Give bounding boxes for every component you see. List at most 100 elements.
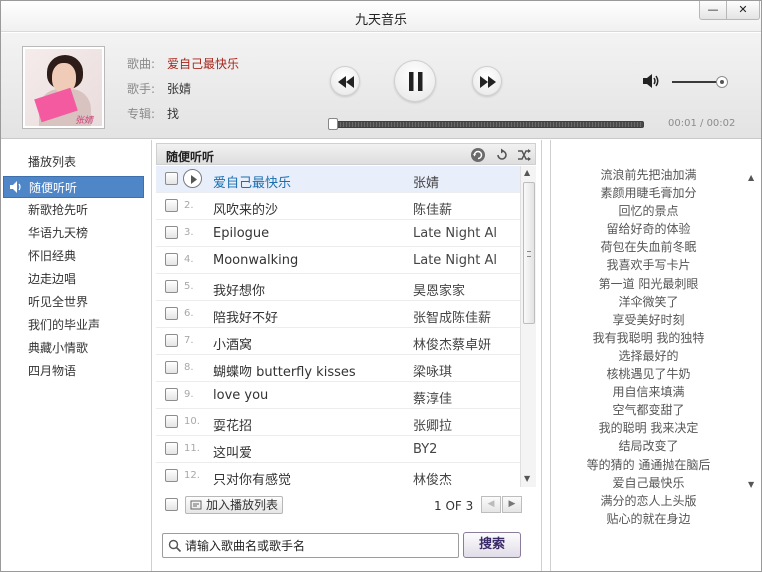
sidebar-item-label: 听见全世界 — [28, 295, 89, 309]
player-header: 张婧 歌曲: 爱自己最快乐 歌手: 张婧 专辑: 找 00:01 / 00:02 — [1, 33, 761, 139]
song-name[interactable]: Moonwalking — [213, 253, 298, 268]
playlist-footer: 加入播放列表 1 OF 3 ◀ ▶ — [154, 492, 540, 522]
close-button[interactable]: ✕ — [726, 1, 760, 20]
lyric-line: 洋伞微笑了 — [618, 294, 679, 309]
time-separator: / — [696, 118, 707, 129]
row-checkbox[interactable] — [165, 442, 178, 455]
song-name[interactable]: 只对你有感觉 — [213, 469, 291, 487]
row-checkbox[interactable] — [165, 280, 178, 293]
sidebar-item-label: 四月物语 — [28, 364, 77, 378]
artist-label: 歌手: — [127, 82, 156, 96]
song-artist[interactable]: 张卿拉 — [413, 415, 505, 434]
search-input[interactable] — [185, 537, 455, 555]
progress-knob[interactable] — [328, 118, 338, 130]
song-name[interactable]: 这叫爱 — [213, 442, 252, 461]
song-artist[interactable]: 林俊杰蔡卓妍 — [413, 334, 505, 353]
sidebar-item-love-songs[interactable]: 典藏小情歌 — [3, 337, 144, 359]
table-row[interactable]: 6. 陪我好不好 张智成陈佳薪 — [156, 301, 520, 328]
search-box[interactable] — [162, 533, 459, 558]
song-name[interactable]: love you — [213, 388, 268, 403]
sidebar-item-new-songs[interactable]: 新歌抢先听 — [3, 199, 144, 221]
song-artist[interactable]: 梁咏琪 — [413, 361, 505, 380]
table-row[interactable]: 4. Moonwalking Late Night Al — [156, 247, 520, 274]
sidebar-item-random-listen[interactable]: 随便听听 — [3, 176, 144, 198]
song-artist[interactable]: 蔡淳佳 — [413, 388, 505, 407]
shuffle-icon[interactable] — [516, 147, 532, 163]
song-name[interactable]: 我好想你 — [213, 280, 265, 299]
lyrics-list: 流浪前先把油加满 素颜用睫毛膏加分 回忆的景点 留给好奇的体验 荷包在失血前冬眠… — [551, 166, 746, 528]
table-row[interactable]: 爱自己最快乐 张婧 — [156, 166, 520, 193]
lyrics-scroll-up-arrow[interactable]: ▲ — [748, 173, 754, 182]
playlist-header: 随便听听 — [156, 143, 536, 165]
row-number: 10. — [184, 416, 200, 427]
table-row[interactable]: 2. 风吹来的沙 陈佳薪 — [156, 193, 520, 220]
loop-icon[interactable] — [494, 147, 510, 163]
scroll-up-arrow[interactable]: ▲ — [524, 168, 530, 177]
scroll-down-arrow[interactable]: ▼ — [524, 474, 530, 483]
next-page-button[interactable]: ▶ — [502, 496, 522, 513]
volume-slider-knob[interactable] — [716, 76, 728, 88]
scroll-thumb[interactable] — [523, 182, 535, 324]
song-artist[interactable]: 林俊杰 — [413, 469, 505, 487]
song-artist[interactable]: 张智成陈佳薪 — [413, 307, 505, 326]
row-checkbox[interactable] — [165, 334, 178, 347]
playlist-panel: 随便听听 爱自己最快乐 张婧 2. 风吹来的沙 陈佳薪 3. Epilogue … — [154, 140, 542, 571]
row-checkbox[interactable] — [165, 226, 178, 239]
sidebar-item-chinese-chart[interactable]: 华语九天榜 — [3, 222, 144, 244]
song-name[interactable]: 风吹来的沙 — [213, 199, 278, 218]
playlist-scrollbar[interactable]: ▲ ▼ — [520, 166, 536, 487]
next-button[interactable] — [472, 66, 502, 96]
row-number: 9. — [184, 389, 194, 400]
table-row[interactable]: 3. Epilogue Late Night Al — [156, 220, 520, 247]
song-artist[interactable]: 昊恩家家 — [413, 280, 505, 299]
row-checkbox[interactable] — [165, 388, 178, 401]
song-name[interactable]: 小酒窝 — [213, 334, 252, 353]
row-checkbox[interactable] — [165, 469, 178, 482]
refresh-icon[interactable] — [470, 147, 486, 163]
song-name[interactable]: 蝴蝶吻 butterfly kisses — [213, 361, 356, 380]
song-list: 爱自己最快乐 张婧 2. 风吹来的沙 陈佳薪 3. Epilogue Late … — [156, 166, 520, 487]
previous-page-button[interactable]: ◀ — [481, 496, 501, 513]
sidebar-item-sing-along[interactable]: 边走边唱 — [3, 268, 144, 290]
title-bar: 九天音乐 — ✕ — [1, 1, 761, 32]
table-row[interactable]: 8. 蝴蝶吻 butterfly kisses 梁咏琪 — [156, 355, 520, 382]
sidebar-item-world[interactable]: 听见全世界 — [3, 291, 144, 313]
row-checkbox[interactable] — [165, 199, 178, 212]
table-row[interactable]: 5. 我好想你 昊恩家家 — [156, 274, 520, 301]
sidebar-item-label: 随便听听 — [29, 181, 78, 195]
select-all-checkbox[interactable] — [165, 498, 178, 511]
sidebar-item-playlist[interactable]: 播放列表 — [3, 151, 144, 173]
table-row[interactable]: 7. 小酒窝 林俊杰蔡卓妍 — [156, 328, 520, 355]
sidebar-item-classics[interactable]: 怀旧经典 — [3, 245, 144, 267]
lyrics-scroll-down-arrow[interactable]: ▼ — [748, 480, 754, 489]
previous-button[interactable] — [330, 66, 360, 96]
table-row[interactable]: 9. love you 蔡淳佳 — [156, 382, 520, 409]
table-row[interactable]: 12. 只对你有感觉 林俊杰 — [156, 463, 520, 487]
sidebar-item-graduation[interactable]: 我们的毕业声 — [3, 314, 144, 336]
row-checkbox[interactable] — [165, 172, 178, 185]
search-button[interactable]: 搜索 — [463, 532, 521, 558]
song-name[interactable]: 耍花招 — [213, 415, 252, 434]
song-name[interactable]: 陪我好不好 — [213, 307, 278, 326]
song-name[interactable]: Epilogue — [213, 226, 269, 241]
song-label: 歌曲: — [127, 57, 156, 71]
speaker-icon[interactable] — [641, 72, 661, 90]
song-artist[interactable]: BY2 — [413, 442, 505, 457]
pause-button[interactable] — [394, 60, 436, 102]
minimize-button[interactable]: — — [699, 1, 726, 20]
song-artist[interactable]: 陈佳薪 — [413, 199, 505, 218]
row-checkbox[interactable] — [165, 253, 178, 266]
song-artist[interactable]: Late Night Al — [413, 253, 505, 268]
row-checkbox[interactable] — [165, 307, 178, 320]
table-row[interactable]: 11. 这叫爱 BY2 — [156, 436, 520, 463]
song-artist[interactable]: 张婧 — [413, 172, 505, 191]
row-checkbox[interactable] — [165, 415, 178, 428]
row-checkbox[interactable] — [165, 361, 178, 374]
add-to-playlist-button[interactable]: 加入播放列表 — [185, 496, 284, 514]
lyrics-panel: 流浪前先把油加满 素颜用睫毛膏加分 回忆的景点 留给好奇的体验 荷包在失血前冬眠… — [550, 140, 761, 571]
song-name[interactable]: 爱自己最快乐 — [213, 172, 291, 191]
table-row[interactable]: 10. 耍花招 张卿拉 — [156, 409, 520, 436]
sidebar-item-april[interactable]: 四月物语 — [3, 360, 144, 382]
song-artist[interactable]: Late Night Al — [413, 226, 505, 241]
progress-bar[interactable] — [331, 121, 644, 128]
